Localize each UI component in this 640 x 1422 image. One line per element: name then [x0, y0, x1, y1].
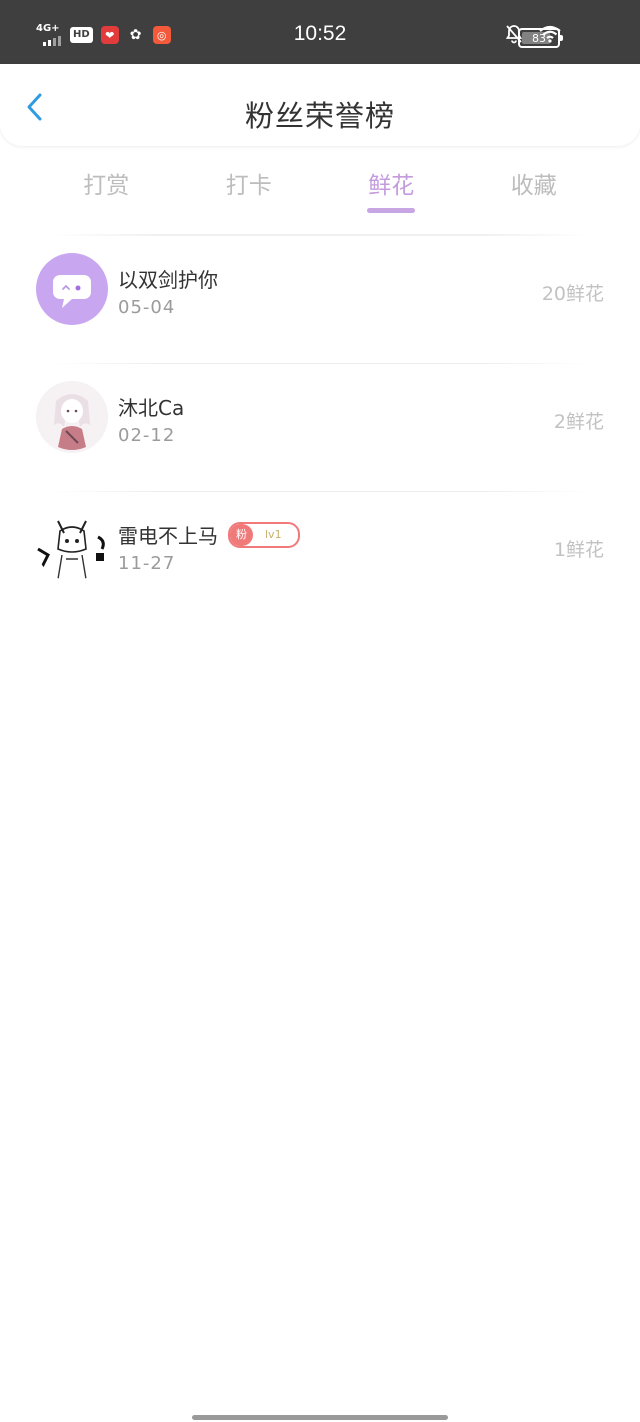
avatar[interactable]	[36, 381, 108, 453]
home-indicator[interactable]	[192, 1415, 448, 1420]
page-title: 粉丝荣誉榜	[244, 99, 395, 133]
fan-name: 沐北Ca	[118, 396, 185, 420]
tab-flowers[interactable]: 鲜花	[320, 166, 463, 216]
sketch-avatar-image	[36, 509, 108, 581]
chat-bubble-icon	[53, 275, 91, 308]
tab-bar: 打赏 打卡 鲜花 收藏	[35, 166, 605, 216]
list-item[interactable]: 以双剑护你 05-04 20鲜花	[0, 236, 640, 364]
anime-avatar-image	[36, 381, 108, 453]
tab-checkin[interactable]: 打卡	[178, 166, 321, 216]
list-item[interactable]: 雷电不上马 粉 lv1 11-27 1鲜花	[0, 492, 640, 620]
fan-date: 05-04	[118, 297, 176, 318]
badge-level: lv1	[265, 527, 282, 541]
flower-amount: 20鲜花	[541, 283, 604, 305]
name-line: 以双剑护你	[118, 264, 218, 293]
fan-date: 11-27	[118, 553, 176, 574]
name-line: 沐北Ca	[118, 392, 184, 421]
tab-label: 收藏	[510, 173, 557, 199]
tab-label: 打卡	[225, 173, 272, 199]
fan-date: 02-12	[118, 425, 176, 446]
flower-amount: 2鲜花	[553, 411, 604, 433]
tab-label: 打赏	[83, 173, 130, 199]
fan-name: 雷电不上马	[118, 524, 218, 548]
badge-label: 粉	[230, 523, 253, 546]
avatar[interactable]	[36, 509, 108, 581]
tab-active-indicator	[367, 208, 416, 213]
avatar[interactable]	[36, 253, 108, 325]
battery-level: 83	[532, 31, 546, 45]
tab-favorites[interactable]: 收藏	[463, 166, 606, 216]
header: 粉丝荣誉榜	[0, 64, 640, 146]
tab-label: 鲜花	[368, 173, 415, 199]
status-bar: 4G+ HD ❤ ✿ ◎ 10:52 83	[0, 0, 640, 64]
name-line: 雷电不上马 粉 lv1	[118, 520, 300, 549]
flower-amount: 1鲜花	[553, 539, 604, 561]
battery-icon: 83	[518, 28, 563, 48]
fan-level-badge: 粉 lv1	[228, 521, 300, 548]
fan-list: 以双剑护你 05-04 20鲜花 沐北Ca 02-12 2鲜花 雷电不上马 粉 …	[0, 236, 640, 620]
list-item[interactable]: 沐北Ca 02-12 2鲜花	[0, 364, 640, 492]
tab-reward[interactable]: 打赏	[35, 166, 178, 216]
fan-name: 以双剑护你	[118, 268, 218, 292]
